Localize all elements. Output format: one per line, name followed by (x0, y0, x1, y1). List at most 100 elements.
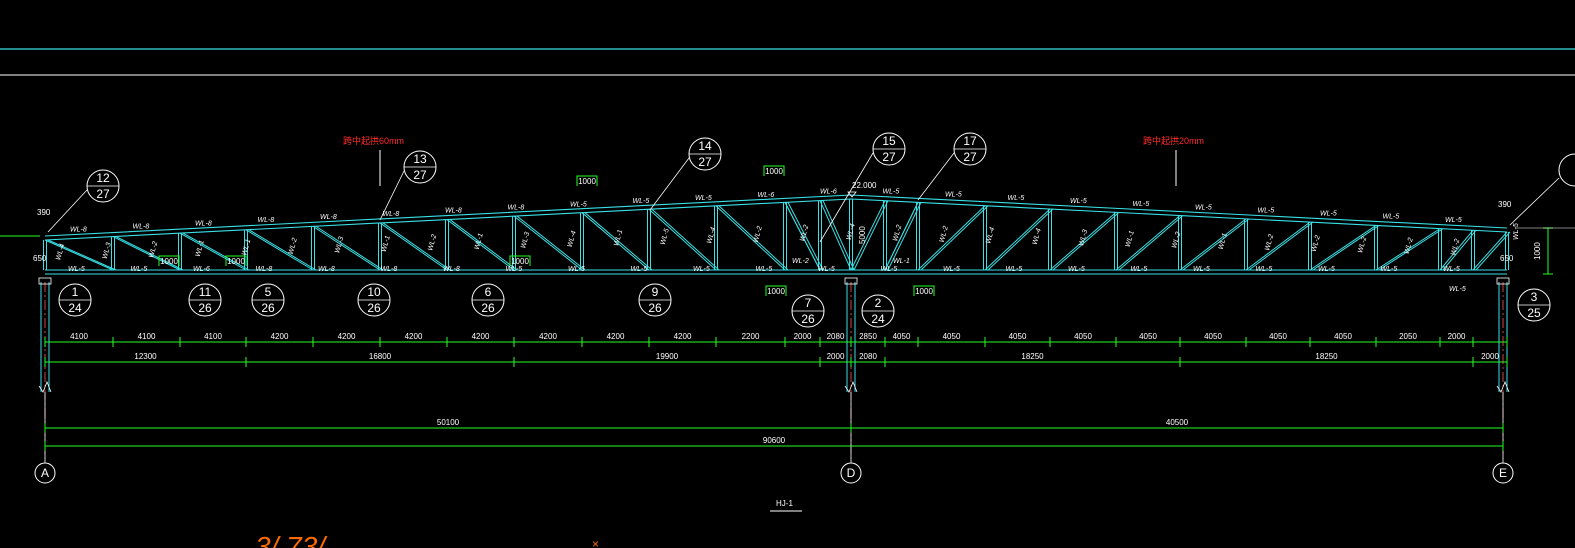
detail-number: 9 (652, 285, 659, 299)
top-chord-label: WL-8 (445, 208, 462, 215)
truss-diagonal (382, 222, 451, 271)
detail-sheet: 26 (801, 312, 815, 326)
detail-sheet: 26 (648, 301, 662, 315)
detail-sheet: 26 (367, 301, 381, 315)
top-chord-label: WL-5 (1383, 214, 1400, 221)
detail-tag: 1000 (511, 257, 529, 266)
top-chord-label: WL-5 (945, 192, 962, 199)
dim-row2-text: 16800 (369, 352, 392, 361)
web-member-label: WL-2 (1311, 235, 1322, 253)
bottom-chord-label: WL-5 (131, 266, 148, 273)
detail-number: 11 (199, 285, 212, 299)
bottom-chord-label: WL-5 (631, 266, 648, 273)
support-label-right: WL-5 (1449, 286, 1466, 293)
detail-tag: 1000 (915, 287, 933, 296)
detail-tag: 1000 (765, 167, 783, 176)
web-member-label: WL-2 (427, 234, 438, 252)
dim-row1-text: 4200 (607, 332, 625, 341)
dim-row2-text: 12300 (134, 352, 157, 361)
axis-label: D (847, 466, 856, 480)
dim-row1-text: 4200 (271, 332, 289, 341)
top-chord-label: WL-8 (258, 217, 275, 224)
detail-number: 14 (698, 139, 712, 153)
dim-row1-text: 4200 (338, 332, 356, 341)
web-member-label: WL-2 (753, 225, 764, 243)
dim-row1-text: 4100 (204, 332, 222, 341)
web-member-label: WL-4 (55, 243, 66, 261)
detail-tag: 1000 (767, 287, 785, 296)
detail-number: 17 (963, 134, 977, 148)
top-chord-label: WL-8 (133, 224, 150, 231)
truss-diagonal (850, 200, 886, 271)
dim-row2-text: 2080 (859, 352, 877, 361)
truss-diagonal (449, 219, 518, 271)
sketch-tick: × (592, 537, 599, 548)
top-chord-label: WL-5 (633, 198, 650, 205)
detail-sheet: 27 (882, 150, 896, 164)
truss-diagonal (315, 225, 384, 271)
top-chord-label: WL-5 (883, 189, 900, 196)
columns (38, 277, 1510, 460)
truss-diagonal (1309, 224, 1377, 271)
top-chord-label: WL-6 (820, 189, 837, 196)
detail-sheet: 25 (1527, 306, 1541, 320)
height-center: 5000 (858, 226, 867, 244)
dim-row1-text: 4200 (405, 332, 423, 341)
detail-sheet: 26 (261, 301, 275, 315)
dim-row3-text: 40500 (1166, 418, 1189, 427)
dim-row1-text: 4050 (1139, 332, 1157, 341)
detail-number: 3 (1531, 290, 1538, 304)
truss-diagonal (917, 205, 986, 271)
top-chord-label: WL-5 (1133, 201, 1150, 208)
bottom-chord-label: WL-8 (256, 266, 273, 273)
bottom-chord-label: WL-5 (943, 266, 960, 273)
dim-row1-text: 4050 (943, 332, 961, 341)
bottom-chord-label: WL-8 (443, 266, 460, 273)
detail-sheet: 24 (68, 301, 82, 315)
truss-diagonal (379, 222, 448, 271)
bottom-chord-label: WL-5 (506, 266, 523, 273)
detail-number: 2 (875, 296, 882, 310)
detail-number: 10 (367, 285, 381, 299)
top-chord-label: WL-5 (1195, 204, 1212, 211)
dim-row4-text: 90600 (763, 436, 786, 445)
dim-row1-text: 2200 (742, 332, 760, 341)
dim-row1-text: 4050 (1204, 332, 1222, 341)
bottom-chord-label: WL-5 (68, 266, 85, 273)
truss-elevation-drawing: WL-8 WL-8 WL-8 WL-8 WL-8 WL-8 WL-8 WL-8 WL-5 WL-5… (0, 48, 1575, 548)
truss-diagonal (245, 229, 314, 271)
truss-diagonal (648, 208, 717, 271)
web-member-label: WL-4 (567, 230, 578, 248)
camber-note-left: 跨中起拱60mm (343, 135, 404, 146)
height-right-top: 390 (1498, 200, 1512, 209)
web-member-label: WL-2 (288, 237, 299, 255)
top-chord-label: WL-5 (570, 201, 587, 208)
sketch-mark: 3/.73/ (255, 531, 328, 548)
top-chord-label: WL-5 (1258, 207, 1275, 214)
web-member-label: WL-2 (148, 241, 159, 259)
dim-row1-text: 2000 (1448, 332, 1466, 341)
top-chord-label: WL-5 (1008, 195, 1025, 202)
dim-row1-text: 4200 (674, 332, 692, 341)
web-member-label: WL-2 (1450, 238, 1461, 256)
dim-row2-text: 2000 (827, 352, 845, 361)
dim-row2-text: 18250 (1315, 352, 1338, 361)
detail-sheet: 26 (198, 301, 212, 315)
support-label-center: WL-1 (893, 258, 910, 265)
top-chord-label: WL-6 (758, 192, 775, 199)
detail-sheet: 27 (698, 155, 712, 169)
top-chord (44, 194, 1508, 237)
bottom-chord-label: WL-5 (693, 266, 710, 273)
detail-sheet: 27 (413, 168, 427, 182)
truss-diagonal (312, 225, 381, 271)
dim-row1-text: 2000 (794, 332, 812, 341)
roof-truss (43, 194, 1511, 275)
camber-note-right: 跨中起拱20mm (1143, 135, 1204, 146)
top-chord-label: WL-8 (383, 211, 400, 218)
detail-sheet: 27 (96, 187, 110, 201)
axis-label: A (41, 466, 49, 480)
top-chord-label: WL-5 (1320, 211, 1337, 218)
top-chord-label: WL-8 (70, 227, 87, 234)
dim-row1-text: 2850 (859, 332, 877, 341)
web-member-label: WL-5 (660, 228, 671, 246)
